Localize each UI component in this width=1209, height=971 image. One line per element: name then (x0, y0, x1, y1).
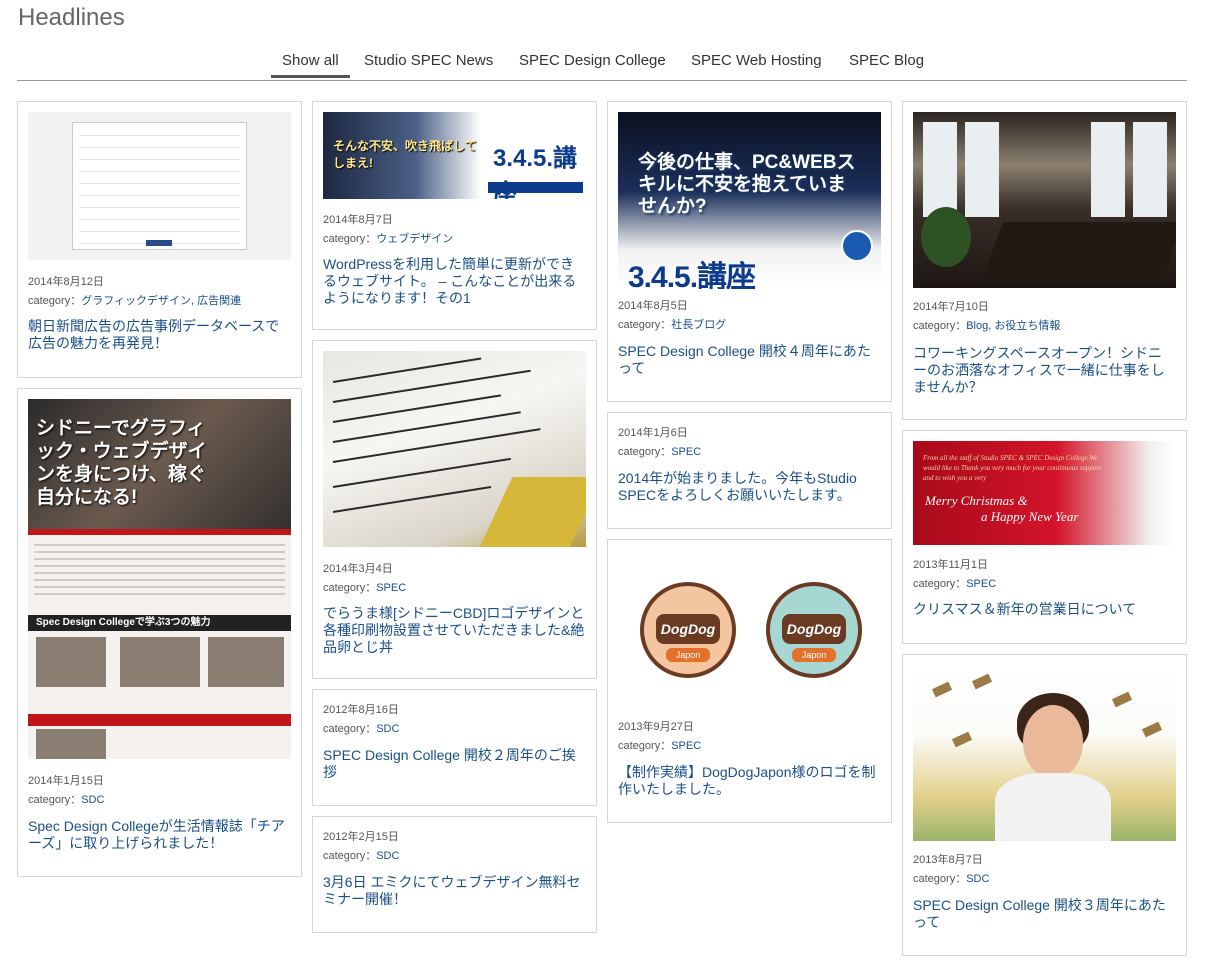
post-date: 2013年8月7日 (913, 854, 983, 866)
post-card[interactable]: 2014年3月4日 category：SPEC でらうま様[シドニーCBD]ロゴ… (312, 340, 597, 679)
post-title-link[interactable]: Spec Design Collegeが生活情報誌「チアーズ」に取り上げられまし… (28, 818, 291, 852)
filter-tabs: Show all Studio SPEC News SPEC Design Co… (17, 48, 1187, 81)
category-link[interactable]: ウェブデザイン (376, 233, 453, 245)
category-label: category： (323, 850, 377, 862)
post-card[interactable]: 2014年8月12日 category：グラフィックデザイン, 広告関連 朝日新… (17, 101, 302, 378)
post-title-link[interactable]: 朝日新聞広告の広告事例データベースで広告の魅力を再発見！ (28, 318, 291, 352)
post-card[interactable]: 2012年8月16日 category：SDC SPEC Design Coll… (312, 689, 597, 806)
post-date: 2014年8月7日 (323, 214, 393, 226)
post-title-link[interactable]: 3月6日 エミクにてウェブデザイン無料セミナー開催！ (323, 874, 586, 908)
category-label: category： (618, 740, 672, 752)
post-date: 2012年8月16日 (323, 704, 399, 716)
post-thumbnail[interactable] (28, 112, 291, 260)
category-link[interactable]: SPEC (671, 446, 701, 458)
category-label: category： (913, 578, 967, 590)
post-date: 2012年2月15日 (323, 831, 399, 843)
post-thumbnail[interactable] (913, 665, 1176, 841)
page-title: Headlines (18, 4, 125, 31)
post-title-link[interactable]: WordPressを利用した簡単に更新ができるウェブサイト。 – こんなことが出… (323, 256, 586, 307)
category-label: category： (28, 295, 82, 307)
category-link[interactable]: グラフィックデザイン, 広告関連 (81, 295, 241, 307)
tab-spec-blog[interactable]: SPEC Blog (849, 52, 924, 69)
category-link[interactable]: SPEC (376, 582, 406, 594)
thumbnail-text: a Happy New Year (981, 509, 1079, 524)
post-card[interactable]: DogDog Japon DogDog Japon 2013年9月27日 cat… (607, 539, 892, 823)
category-link[interactable]: SDC (376, 850, 399, 862)
category-label: category： (618, 446, 672, 458)
category-label: category： (28, 794, 82, 806)
post-thumbnail[interactable]: 今後の仕事、PC&WEBスキルに不安を抱えていませんか? 3.4.5.講座 (618, 112, 881, 289)
thumbnail-text: From all the staff of Studio SPEC & SPEC… (923, 454, 1102, 482)
tab-spec-design-college[interactable]: SPEC Design College (519, 52, 666, 69)
post-card[interactable]: 2012年2月15日 category：SDC 3月6日 エミクにてウェブデザイ… (312, 816, 597, 933)
category-link[interactable]: 社長ブログ (671, 319, 726, 331)
thumbnail-section-bar: Spec Design Collegeで学ぶ3つの魅力 (28, 615, 291, 631)
post-thumbnail[interactable]: そんな不安、吹き飛ばしてしまえ! 3.4.5.講座 (323, 112, 586, 199)
category-link[interactable]: Blog, お役立ち情報 (966, 320, 1060, 332)
post-date: 2014年8月12日 (28, 276, 104, 288)
post-card[interactable]: 2014年7月10日 category：Blog, お役立ち情報 コワーキングス… (902, 101, 1187, 420)
category-label: category： (323, 723, 377, 735)
post-card[interactable]: 今後の仕事、PC&WEBスキルに不安を抱えていませんか? 3.4.5.講座 20… (607, 101, 892, 402)
post-date: 2013年11月1日 (913, 559, 989, 571)
post-thumbnail[interactable] (913, 112, 1176, 288)
post-thumbnail[interactable]: DogDog Japon DogDog Japon (618, 550, 881, 710)
category-link[interactable]: SDC (966, 873, 989, 885)
thumbnail-text: そんな不安、吹き飛ばしてしまえ! (333, 139, 477, 170)
category-link[interactable]: SDC (81, 794, 104, 806)
post-card[interactable]: シドニーでグラフィック・ウェブデザインを身につけ、稼ぐ自分になる! Spec D… (17, 388, 302, 877)
post-title-link[interactable]: クリスマス＆新年の営業日について (913, 601, 1176, 618)
post-date: 2014年1月6日 (618, 427, 688, 439)
thumbnail-headline: 今後の仕事、PC&WEBスキルに不安を抱えていませんか? (638, 152, 856, 217)
post-thumbnail[interactable]: From all the staff of Studio SPEC & SPEC… (913, 441, 1176, 545)
thumbnail-headline: シドニーでグラフィック・ウェブデザインを身につけ、稼ぐ自分になる! (36, 418, 207, 508)
post-card[interactable]: From all the staff of Studio SPEC & SPEC… (902, 430, 1187, 644)
post-title-link[interactable]: SPEC Design College 開校２周年のご挨拶 (323, 747, 586, 781)
category-link[interactable]: SPEC (966, 578, 996, 590)
post-title-link[interactable]: SPEC Design College 開校３周年にあたって (913, 897, 1176, 931)
thumbnail-text: Merry Christmas & (925, 493, 1028, 508)
post-date: 2014年3月4日 (323, 563, 393, 575)
tab-spec-web-hosting[interactable]: SPEC Web Hosting (691, 52, 822, 69)
post-thumbnail[interactable] (323, 351, 586, 547)
category-label: category： (913, 320, 967, 332)
post-card[interactable]: 2014年1月6日 category：SPEC 2014年が始まりました。今年も… (607, 412, 892, 529)
category-label: category： (323, 582, 377, 594)
category-label: category： (323, 233, 377, 245)
post-date: 2014年7月10日 (913, 301, 989, 313)
post-title-link[interactable]: 【制作実績】DogDogJapon様のロゴを制作いたしました。 (618, 764, 881, 798)
spec-seal-icon (841, 230, 873, 262)
post-date: 2014年8月5日 (618, 300, 688, 312)
post-card[interactable]: そんな不安、吹き飛ばしてしまえ! 3.4.5.講座 2014年8月7日 cate… (312, 101, 597, 330)
tab-show-all[interactable]: Show all (271, 52, 350, 78)
dogdog-logo: DogDog Japon (640, 582, 736, 678)
thumbnail-text: 3.4.5.講座 (628, 261, 756, 289)
dogdog-logo: DogDog Japon (766, 582, 862, 678)
post-date: 2013年9月27日 (618, 721, 694, 733)
post-title-link[interactable]: でらうま様[シドニーCBD]ロゴデザインと各種印刷物設置させていただきました&絶… (323, 605, 586, 656)
post-title-link[interactable]: コワーキングスペースオープン！シドニーのお洒落なオフィスで一緒に仕事をしませんか… (913, 345, 1176, 396)
tab-studio-spec-news[interactable]: Studio SPEC News (364, 52, 493, 69)
category-label: category： (913, 873, 967, 885)
post-date: 2014年1月15日 (28, 775, 104, 787)
post-thumbnail[interactable]: シドニーでグラフィック・ウェブデザインを身につけ、稼ぐ自分になる! Spec D… (28, 399, 291, 759)
post-title-link[interactable]: 2014年が始まりました。今年もStudio SPECをよろしくお願いいたします… (618, 470, 881, 504)
category-label: category： (618, 319, 672, 331)
category-link[interactable]: SDC (376, 723, 399, 735)
post-title-link[interactable]: SPEC Design College 開校４周年にあたって (618, 343, 881, 377)
post-card[interactable]: 2013年8月7日 category：SDC SPEC Design Colle… (902, 654, 1187, 956)
category-link[interactable]: SPEC (671, 740, 701, 752)
